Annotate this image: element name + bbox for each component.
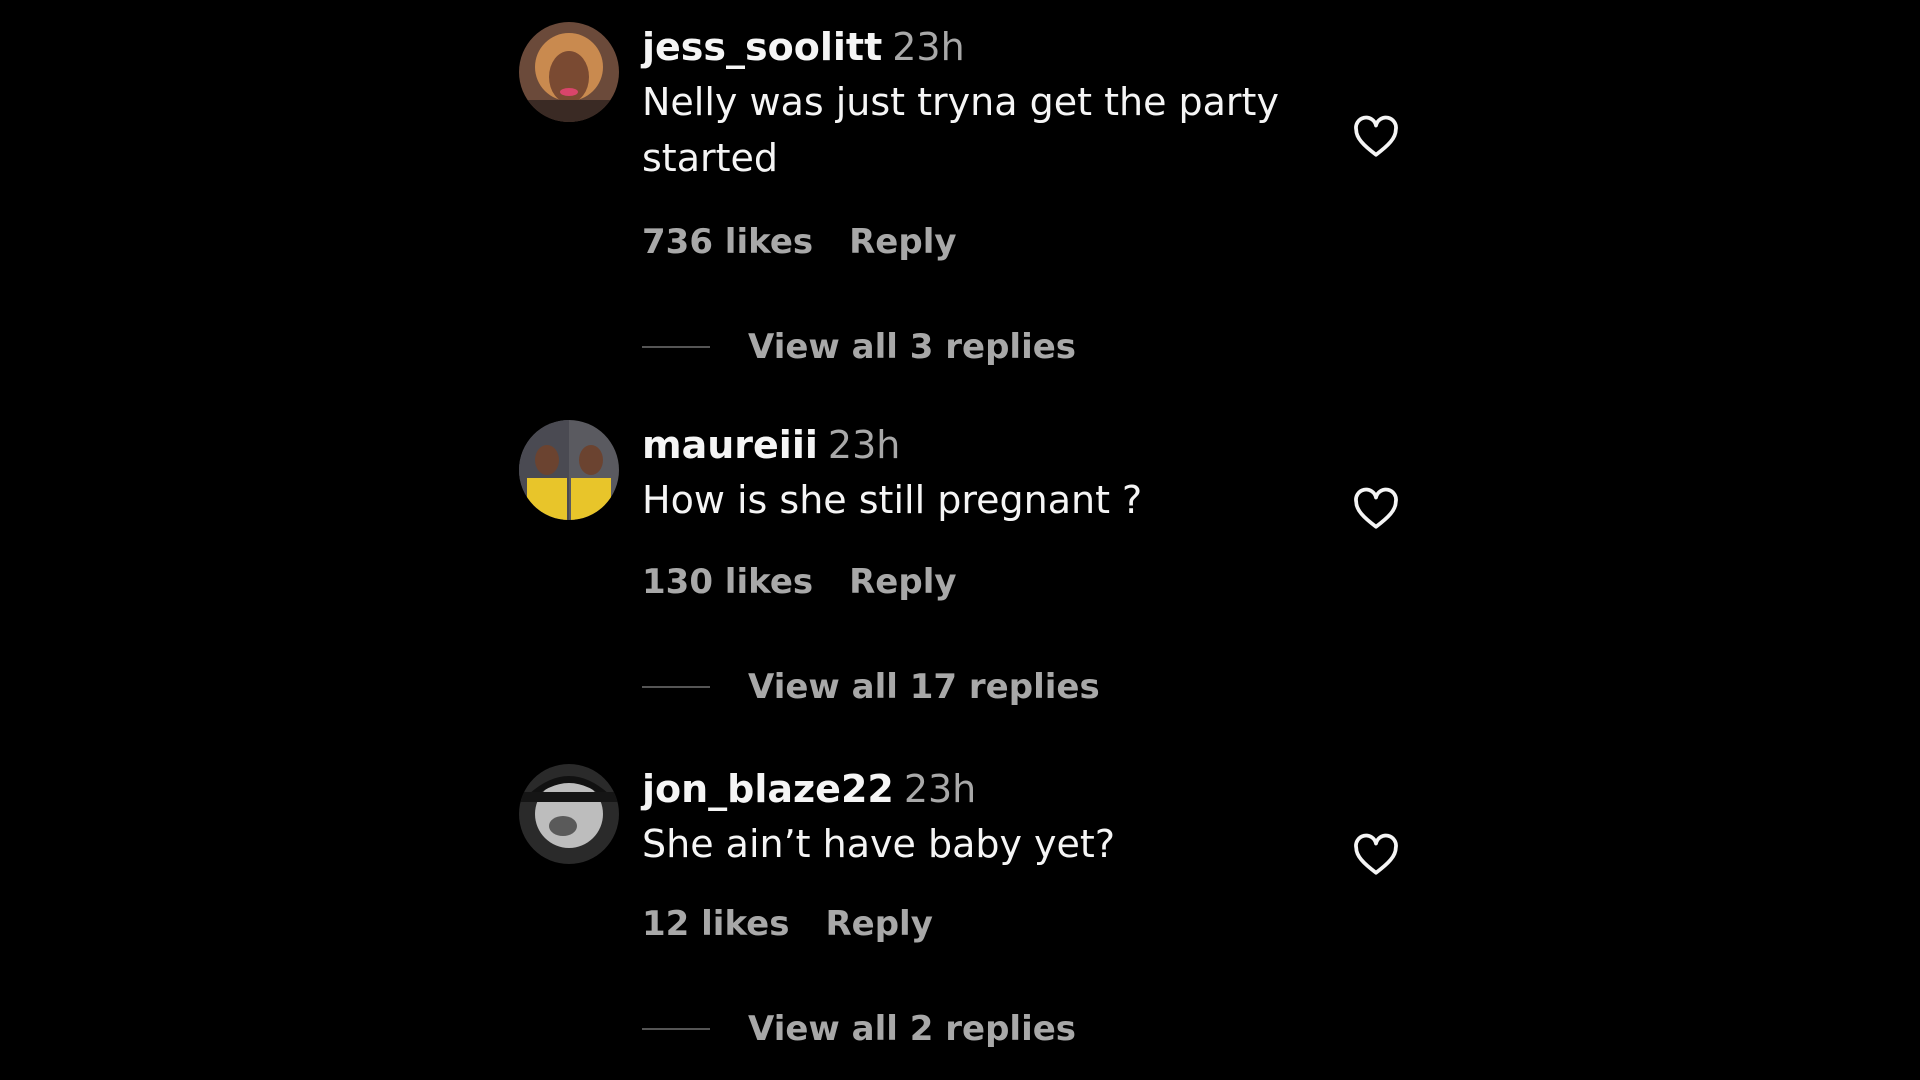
- divider: [642, 346, 710, 348]
- view-replies-button[interactable]: View all 3 replies: [642, 327, 1076, 367]
- comments-view: jess_soolitt 23h Nelly was just tryna get…: [0, 0, 1920, 1080]
- view-replies-label: View all 2 replies: [748, 1009, 1077, 1049]
- comment-header: jess_soolitt 23h: [642, 22, 1302, 72]
- heart-outline-icon: [1354, 833, 1398, 875]
- like-button[interactable]: [1351, 484, 1401, 534]
- divider: [642, 686, 710, 688]
- username[interactable]: jess_soolitt: [642, 25, 882, 69]
- view-replies-button[interactable]: View all 2 replies: [642, 1009, 1076, 1049]
- reply-button[interactable]: Reply: [849, 562, 956, 602]
- comment-header: maureiii 23h: [642, 420, 1302, 470]
- timestamp: 23h: [892, 25, 965, 69]
- comment-meta: 130 likes Reply: [642, 562, 957, 602]
- comment-text: Nelly was just tryna get the party start…: [642, 80, 1279, 180]
- comment-text: How is she still pregnant ?: [642, 478, 1143, 522]
- avatar[interactable]: [519, 420, 619, 520]
- comment-body: maureiii 23h How is she still pregnant ?: [642, 420, 1302, 528]
- timestamp: 23h: [903, 767, 977, 811]
- likes-count[interactable]: 736 likes: [642, 222, 813, 262]
- reply-button[interactable]: Reply: [849, 222, 956, 262]
- likes-count[interactable]: 12 likes: [642, 904, 789, 944]
- username[interactable]: maureiii: [642, 423, 818, 467]
- divider: [642, 1028, 710, 1030]
- heart-outline-icon: [1354, 487, 1398, 529]
- username[interactable]: jon_blaze22: [642, 767, 894, 811]
- like-button[interactable]: [1351, 112, 1401, 162]
- like-button[interactable]: [1351, 830, 1401, 880]
- comment-meta: 736 likes Reply: [642, 222, 957, 262]
- comment-body: jess_soolitt 23h Nelly was just tryna get…: [642, 22, 1302, 186]
- timestamp: 23h: [827, 423, 901, 467]
- view-replies-label: View all 3 replies: [748, 327, 1077, 367]
- reply-button[interactable]: Reply: [825, 904, 932, 944]
- view-replies-button[interactable]: View all 17 replies: [642, 667, 1100, 707]
- avatar[interactable]: [519, 22, 619, 122]
- comment-body: jon_blaze22 23h She ain’t have baby yet?: [642, 764, 1302, 872]
- likes-count[interactable]: 130 likes: [642, 562, 813, 602]
- avatar[interactable]: [519, 764, 619, 864]
- heart-outline-icon: [1354, 115, 1398, 157]
- comment-text: She ain’t have baby yet?: [642, 822, 1115, 866]
- view-replies-label: View all 17 replies: [748, 667, 1100, 707]
- comment-header: jon_blaze22 23h: [642, 764, 1302, 814]
- comment-meta: 12 likes Reply: [642, 904, 933, 944]
